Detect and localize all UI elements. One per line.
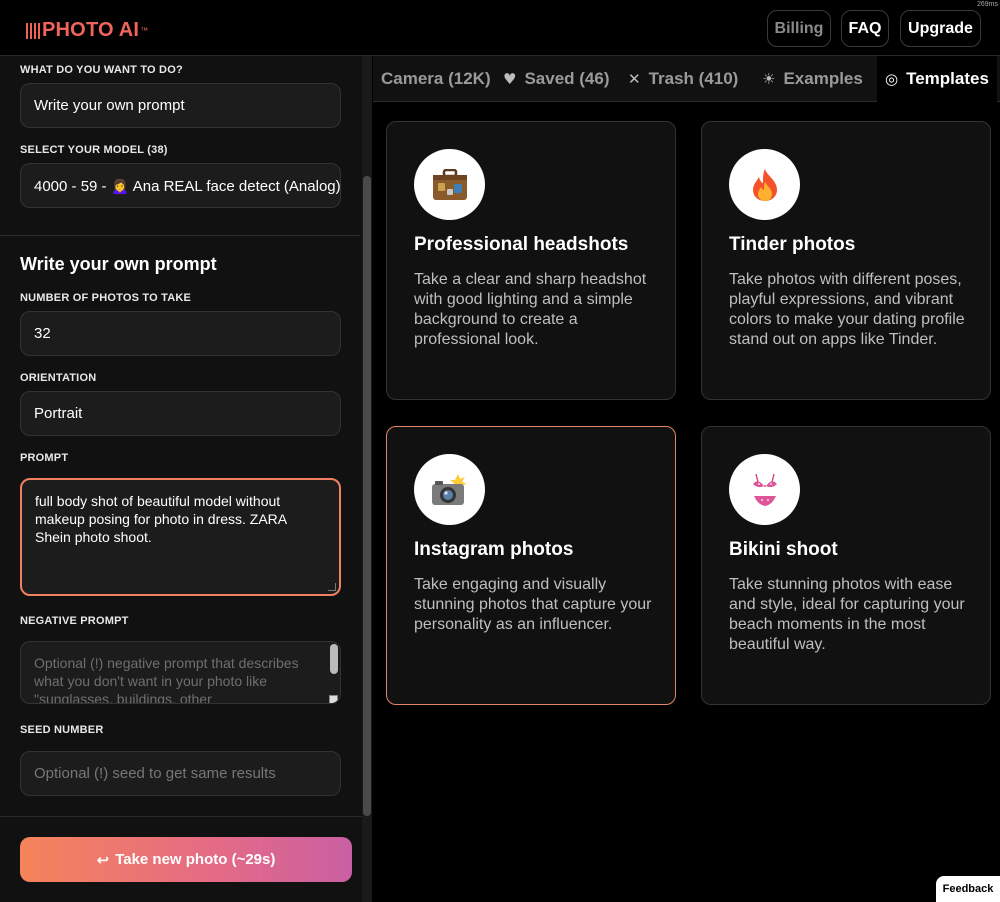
logo[interactable]: PHOTO AI ™ (26, 19, 148, 42)
tab-saved[interactable]: ♥ Saved (46) (503, 56, 610, 102)
model-select[interactable]: 4000 - 59 - 🙍‍♀️ Ana REAL face detect (A… (20, 163, 341, 208)
logo-trademark: ™ (140, 26, 149, 35)
faq-button[interactable]: FAQ (841, 10, 889, 47)
template-description: Take photos with different poses, playfu… (729, 271, 965, 348)
main-content: Camera (12K) ♥ Saved (46) ✕ Trash (410) … (373, 56, 1000, 902)
seed-input[interactable]: Optional (!) seed to get same results (20, 751, 341, 796)
panel-scrollbar[interactable] (362, 56, 372, 902)
template-avatar (729, 149, 800, 220)
template-description: Take engaging and visually stunning phot… (414, 576, 652, 633)
logo-bars-icon (26, 22, 40, 39)
take-photo-label: Take new photo (~29s) (115, 851, 276, 868)
negative-prompt-placeholder: Optional (!) negative prompt that descri… (34, 655, 299, 704)
seed-label: SEED NUMBER (20, 724, 104, 736)
close-icon: ✕ (628, 70, 641, 88)
tab-label: Examples (783, 69, 863, 88)
billing-button[interactable]: Billing (767, 10, 831, 47)
template-title: Bikini shoot (729, 539, 838, 560)
template-card-bikini[interactable]: Bikini shoot Take stunning photos with e… (701, 426, 991, 705)
aperture-icon: ◎ (885, 70, 899, 88)
top-bar: PHOTO AI ™ 269ms Billing FAQ Upgrade (0, 0, 1000, 56)
heart-icon: ♥ (503, 70, 517, 88)
orientation-select[interactable]: Portrait (20, 391, 341, 436)
tab-label: Saved (46) (524, 69, 610, 88)
take-photo-button[interactable]: ↩ Take new photo (~29s) (20, 837, 352, 882)
orientation-label: ORIENTATION (20, 372, 97, 384)
template-avatar (729, 454, 800, 525)
template-description: Take stunning photos with ease and style… (729, 576, 965, 653)
negative-prompt-label: NEGATIVE PROMPT (20, 615, 129, 627)
what-label: WHAT DO YOU WANT TO DO? (20, 64, 183, 76)
tab-label: Trash (410) (648, 69, 739, 88)
prompt-textarea[interactable]: full body shot of beautiful model withou… (20, 478, 341, 596)
enter-icon: ↩ (96, 851, 110, 869)
template-title: Tinder photos (729, 234, 856, 255)
template-card-tinder[interactable]: Tinder photos Take photos with different… (701, 121, 991, 400)
prompt-text: full body shot of beautiful model withou… (35, 493, 287, 545)
tab-trash[interactable]: ✕ Trash (410) (628, 56, 738, 102)
fire-icon (752, 168, 777, 201)
render-time-label: 269ms (976, 1, 998, 8)
feedback-button[interactable]: Feedback (936, 876, 1000, 902)
tab-camera[interactable]: Camera (12K) (381, 56, 491, 102)
sparkle-icon: ☀ (762, 70, 776, 88)
template-title: Professional headshots (414, 234, 629, 255)
negative-prompt-textarea[interactable]: Optional (!) negative prompt that descri… (20, 641, 341, 704)
prompt-label: PROMPT (20, 452, 69, 464)
camera-flash-icon (431, 473, 467, 505)
tab-label: Templates (906, 69, 989, 88)
textarea-scrollbar[interactable] (329, 644, 338, 703)
logo-text: PHOTO AI (42, 19, 140, 41)
what-select[interactable]: Write your own prompt (20, 83, 341, 128)
resize-grip-icon[interactable] (328, 583, 336, 591)
tab-label: Camera (12K) (381, 69, 491, 88)
template-card-headshots[interactable]: Professional headshots Take a clear and … (386, 121, 676, 400)
tab-bar: Camera (12K) ♥ Saved (46) ✕ Trash (410) … (373, 56, 1000, 102)
template-card-instagram[interactable]: Instagram photos Take engaging and visua… (386, 426, 676, 705)
tab-templates[interactable]: ◎ Templates (877, 56, 997, 102)
model-label: SELECT YOUR MODEL (38) (20, 144, 168, 156)
section-title: Write your own prompt (20, 254, 217, 274)
template-avatar (414, 149, 485, 220)
template-description: Take a clear and sharp headshot with goo… (414, 271, 647, 348)
photos-count-label: NUMBER OF PHOTOS TO TAKE (20, 292, 192, 304)
upgrade-button[interactable]: Upgrade (900, 10, 981, 47)
template-title: Instagram photos (414, 539, 574, 560)
template-avatar (414, 454, 485, 525)
settings-panel: WHAT DO YOU WANT TO DO? Write your own p… (0, 56, 372, 902)
photos-count-input[interactable]: 32 (20, 311, 341, 356)
divider (0, 235, 360, 236)
tab-examples[interactable]: ☀ Examples (762, 56, 863, 102)
bikini-icon (752, 473, 777, 506)
briefcase-icon (432, 168, 467, 200)
